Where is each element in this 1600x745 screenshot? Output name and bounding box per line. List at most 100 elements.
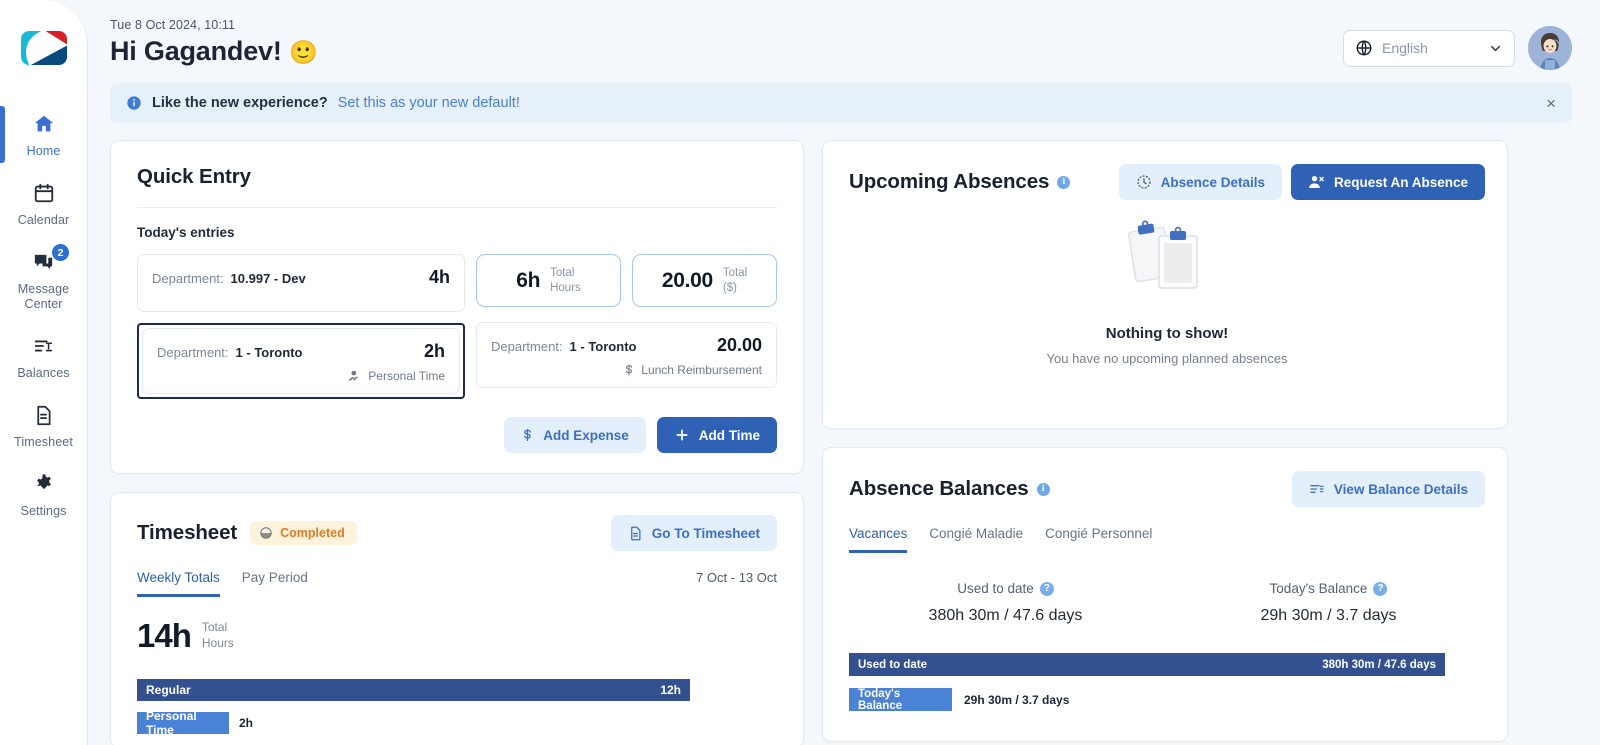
bar-personal-time: Personal Time [137, 709, 229, 737]
entry-amount: 4h [428, 267, 450, 287]
page-title: Hi Gagandev! 🙂 [110, 36, 318, 67]
entry-value: 10.997 - Dev [230, 271, 306, 286]
go-to-timesheet-button[interactable]: Go To Timesheet [610, 515, 777, 551]
tab-conge-maladie[interactable]: Congié Maladie [929, 526, 1023, 553]
expense-entry-row[interactable]: Department: 1 - Toronto 20.00 Lunch Reim… [476, 322, 777, 388]
entry-label: Department: [152, 271, 224, 286]
tab-conge-personnel[interactable]: Congié Personnel [1045, 526, 1152, 553]
empty-state-title: Nothing to show! [1105, 325, 1229, 342]
summary-label-text: Today's Balance [1269, 581, 1368, 596]
sidebar-item-balances[interactable]: Balances [0, 322, 87, 391]
close-icon[interactable]: × [1546, 95, 1556, 112]
used-to-date-label: Used to date ? [849, 581, 1162, 596]
sidebar-item-home[interactable]: Home [0, 100, 87, 169]
todays-balance-value: 29h 30m / 3.7 days [1260, 607, 1397, 624]
info-icon[interactable]: i [1036, 482, 1050, 496]
timesheet-total: 14h Total Hours [137, 617, 777, 655]
set-default-link[interactable]: Set this as your new default! [338, 95, 520, 111]
divider [137, 207, 777, 208]
totals-row: 6h Total Hours 20.00 Total ($) [476, 254, 777, 307]
totals-column: 6h Total Hours 20.00 Total ($) Departmen… [476, 254, 777, 399]
entry-tag-label: Personal Time [368, 369, 445, 383]
sidebar-item-calendar[interactable]: Calendar [0, 169, 87, 238]
tab-vacances[interactable]: Vacances [849, 526, 908, 553]
time-entries-column: Department: 10.997 - Dev 4h Department: … [137, 254, 465, 399]
sidebar: Home Calendar 2 Message Center Balances … [0, 0, 88, 745]
total-dollars-value: 20.00 [661, 268, 713, 292]
dollar-icon [521, 427, 534, 443]
todays-entries-label: Today's entries [137, 225, 235, 240]
used-to-date-value: 380h 30m / 47.6 days [928, 607, 1083, 624]
sidebar-item-label: Timesheet [14, 435, 73, 449]
sidebar-item-label: Message Center [17, 282, 70, 311]
total-dollars-box: 20.00 Total ($) [632, 254, 777, 307]
sidebar-item-label: Balances [17, 366, 70, 380]
entry-tag-label: Lunch Reimbursement [641, 363, 762, 377]
current-datetime: Tue 8 Oct 2024, 10:11 [110, 18, 236, 32]
language-value: English [1382, 40, 1428, 56]
upcoming-absences-title: Upcoming Absences [849, 170, 1050, 193]
avatar[interactable] [1528, 26, 1572, 70]
todays-balance-label: Today's Balance ? [1172, 581, 1485, 596]
sidebar-item-settings[interactable]: Settings [0, 460, 87, 529]
bar-value: 380h 30m / 47.6 days [1322, 658, 1436, 671]
clock-icon [1136, 174, 1152, 190]
bar-row: Regular 12h [137, 679, 777, 701]
total-label-line1: Total [201, 620, 228, 635]
top-bar: Tue 8 Oct 2024, 10:11 Hi Gagandev! 🙂 Eng… [88, 0, 1600, 70]
sidebar-item-timesheet[interactable]: Timesheet [0, 391, 87, 460]
time-entry-row[interactable]: Department: 10.997 - Dev 4h [137, 254, 465, 312]
add-time-label: Add Time [698, 427, 760, 443]
request-absence-button[interactable]: Request An Absence [1290, 164, 1485, 200]
sidebar-item-label: Settings [20, 504, 67, 518]
quick-entry-card: Quick Entry Today's entries Department: … [110, 140, 804, 474]
timesheet-card: Timesheet Completed Go To Timesheet Week… [110, 492, 804, 745]
globe-icon [1355, 39, 1373, 57]
info-icon [126, 95, 142, 111]
sidebar-item-message-center[interactable]: 2 Message Center [0, 238, 87, 322]
help-icon[interactable]: ? [1039, 581, 1054, 596]
timesheet-total-value: 14h [137, 617, 192, 654]
home-icon [33, 111, 55, 137]
document-icon [628, 526, 643, 541]
timesheet-header: Timesheet Completed Go To Timesheet [137, 515, 777, 551]
greeting-text: Hi Gagandev! [110, 36, 282, 66]
timesheet-title: Timesheet [137, 521, 238, 544]
sidebar-item-label: Calendar [17, 213, 70, 227]
top-bar-right: English [1343, 18, 1572, 70]
absence-balances-title: Absence Balances [849, 477, 1029, 500]
tab-weekly-totals[interactable]: Weekly Totals [137, 570, 220, 597]
calendar-icon [33, 180, 55, 206]
total-label-line2: Hours [201, 636, 234, 650]
absence-balances-bar-chart: Used to date 380h 30m / 47.6 days Today'… [849, 653, 1485, 712]
total-label-line2: ($) [722, 281, 737, 294]
add-time-button[interactable]: Add Time [656, 417, 777, 453]
right-column: Upcoming Absences i Absence Details Requ… [822, 140, 1508, 745]
upcoming-absences-actions: Absence Details Request An Absence [1118, 164, 1485, 200]
add-expense-button[interactable]: Add Expense [504, 417, 646, 453]
info-icon[interactable]: i [1057, 175, 1071, 189]
status-badge: Completed [250, 521, 357, 545]
status-badge-label: Completed [280, 526, 345, 540]
bar-used-to-date: Used to date 380h 30m / 47.6 days [849, 653, 1445, 676]
help-icon[interactable]: ? [1373, 581, 1388, 596]
quick-entry-title: Quick Entry [137, 165, 251, 188]
absence-balances-header: Absence Balances i View Balance Details [849, 471, 1485, 507]
bar-value: 12h [660, 683, 681, 697]
absence-details-button[interactable]: Absence Details [1118, 164, 1282, 200]
total-hours-box: 6h Total Hours [476, 254, 621, 307]
view-balance-details-button[interactable]: View Balance Details [1291, 471, 1485, 507]
time-entry-row[interactable]: Department: 1 - Toronto 2h Personal Time [142, 328, 460, 394]
entry-value: 1 - Toronto [235, 345, 303, 360]
language-selector[interactable]: English [1343, 29, 1515, 67]
new-experience-banner: Like the new experience? Set this as you… [110, 83, 1572, 123]
dashboard-grid: Quick Entry Today's entries Department: … [88, 123, 1600, 745]
timesheet-tabs: Weekly Totals Pay Period 7 Oct - 13 Oct [137, 570, 777, 597]
selected-entry-outline: Department: 1 - Toronto 2h Personal Time [137, 323, 465, 399]
total-dollars-label: Total ($) [723, 266, 747, 295]
entry-label: Department: [491, 339, 563, 354]
empty-state-subtitle: You have no upcoming planned absences [1046, 351, 1288, 366]
half-circle-icon [259, 526, 273, 540]
balances-icon [33, 333, 55, 359]
tab-pay-period[interactable]: Pay Period [242, 570, 308, 597]
